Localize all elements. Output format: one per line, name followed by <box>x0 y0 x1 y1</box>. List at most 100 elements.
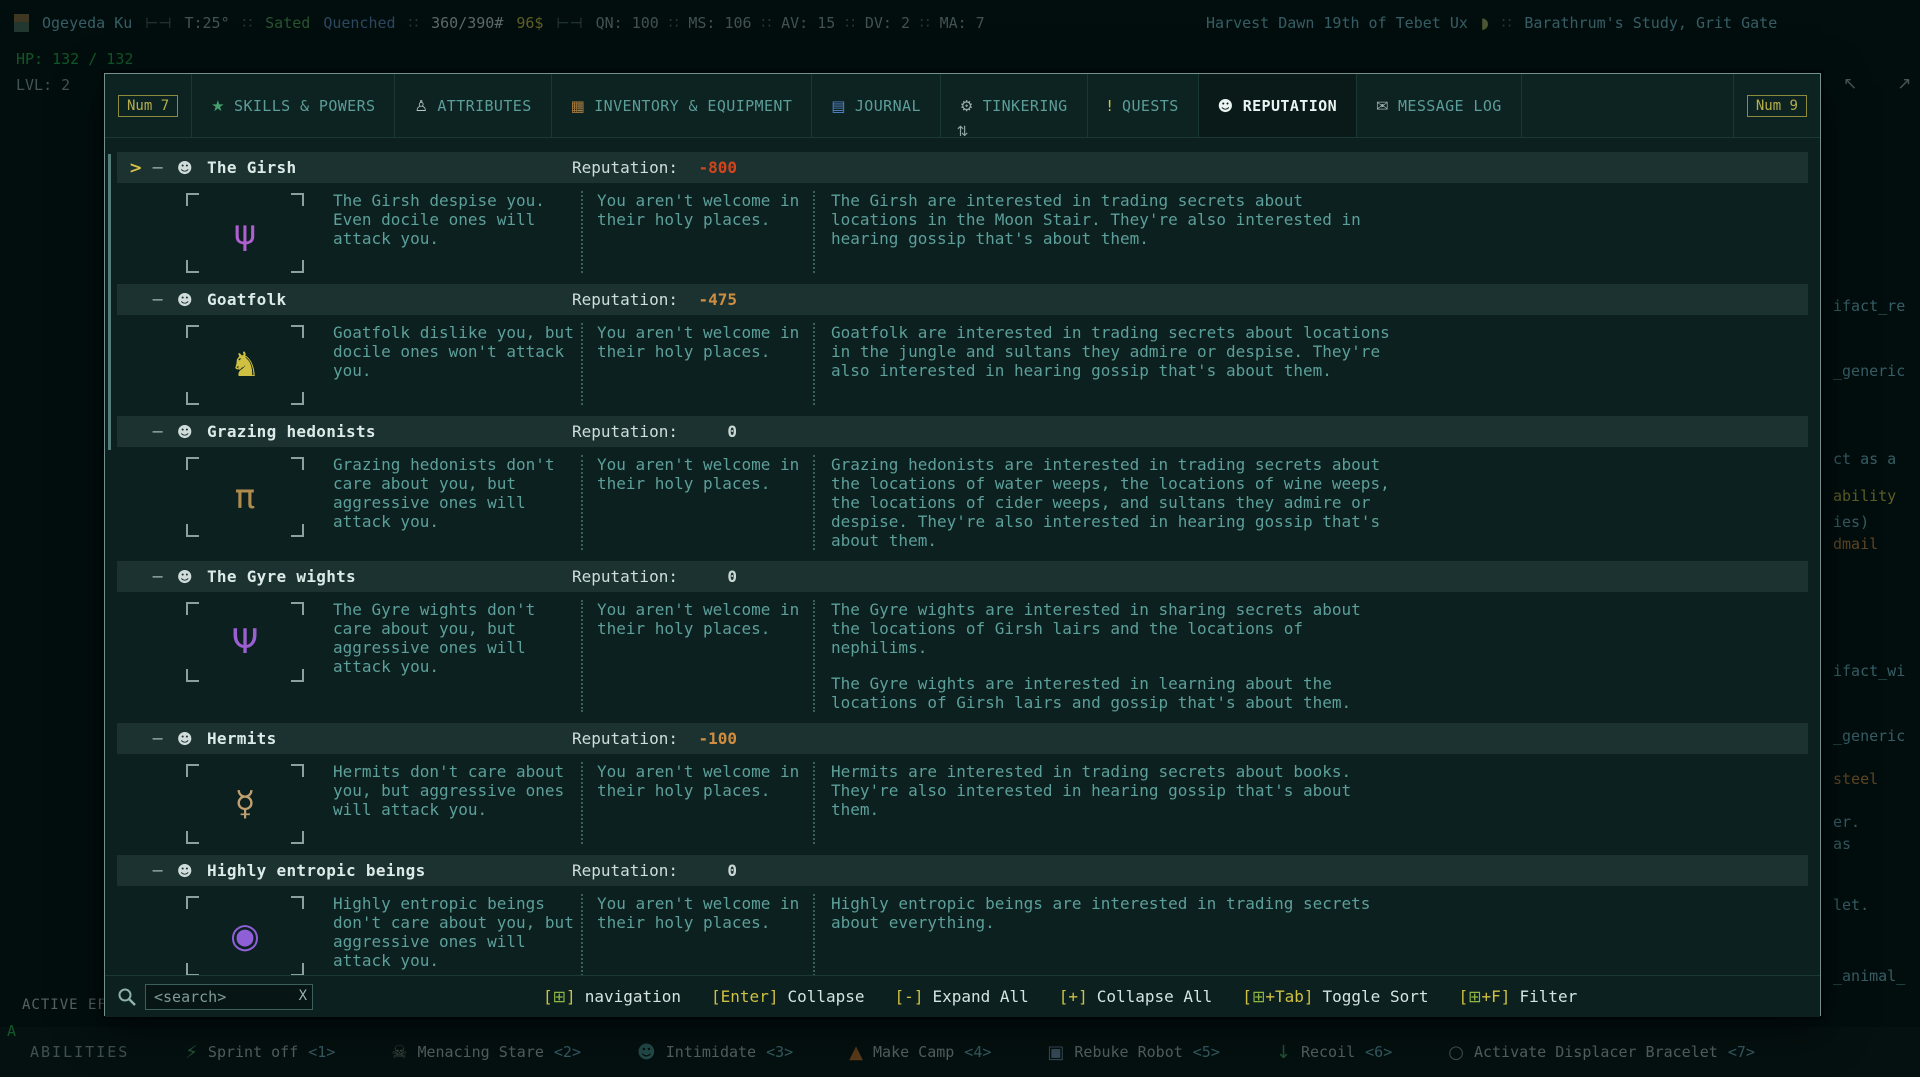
tab-label: INVENTORY & EQUIPMENT <box>594 97 792 115</box>
faction-holy-text: You aren't welcome in their holy places. <box>597 455 811 550</box>
attributes-icon: ♙ <box>414 97 428 115</box>
column-divider <box>581 323 597 405</box>
faction-list: > − ☻ The Girsh Reputation: -800 ψ The G… <box>105 138 1820 975</box>
reputation-value: -475 <box>647 290 737 309</box>
faction-header[interactable]: − ☻ The Gyre wights Reputation: 0 <box>117 561 1808 592</box>
collapse-icon[interactable]: − <box>151 158 177 177</box>
hint-collapse-all: + Collapse All <box>1059 987 1213 1006</box>
tab-label: SKILLS & POWERS <box>234 97 375 115</box>
faction-body: Ψ The Gyre wights don't care about you, … <box>117 592 1808 716</box>
plus-keyhint: + <box>1059 987 1088 1006</box>
faction-sprite-frame: ♞ <box>186 325 304 405</box>
navigation-keyhint: ⊞ <box>543 987 576 1006</box>
gear-icon: ⚙ <box>960 97 974 115</box>
tab-label: TINKERING <box>983 97 1068 115</box>
faction-holy-text: You aren't welcome in their holy places. <box>597 762 811 844</box>
column-divider <box>813 455 831 550</box>
tab-attributes[interactable]: ♙ ATTRIBUTES <box>395 74 551 137</box>
faction-body: π Grazing hedonists don't care about you… <box>117 447 1808 554</box>
faction-interest-text: Hermits are interested in trading secret… <box>831 762 1391 844</box>
faction-name: The Girsh <box>207 158 296 177</box>
faction-feeling-text: Goatfolk dislike you, but docile ones wo… <box>333 323 579 405</box>
collapse-icon[interactable]: − <box>151 729 177 748</box>
faction-section-gyre-wights: − ☻ The Gyre wights Reputation: 0 Ψ The … <box>117 561 1808 716</box>
faction-header[interactable]: − ☻ Grazing hedonists Reputation: 0 <box>117 416 1808 447</box>
pad-tab-keyhint: ⊞+Tab <box>1242 987 1313 1006</box>
faction-header[interactable]: − ☻ Highly entropic beings Reputation: 0 <box>117 855 1808 886</box>
modal-footer: X ⊞ navigation Enter Collapse - Expand A… <box>105 975 1820 1017</box>
tab-skills-powers[interactable]: ★ SKILLS & POWERS <box>192 74 395 137</box>
faction-name: Hermits <box>207 729 277 748</box>
dpad-icon: ⊞ <box>553 987 566 1006</box>
girsh-sprite: ψ <box>186 193 304 273</box>
faction-header[interactable]: − ☻ Goatfolk Reputation: -475 <box>117 284 1808 315</box>
skills-icon: ★ <box>211 97 225 115</box>
search-input[interactable] <box>145 984 313 1010</box>
enter-keyhint: Enter <box>711 987 778 1006</box>
column-divider <box>813 191 831 273</box>
faction-section-hermits: − ☻ Hermits Reputation: -100 ☿ Hermits d… <box>117 723 1808 848</box>
faction-feeling-text: Hermits don't care about you, but aggres… <box>333 762 579 844</box>
reputation-icon: ☻ <box>1218 97 1234 115</box>
faction-sprite-frame: ◉ <box>186 896 304 975</box>
reputation-value: -100 <box>647 729 737 748</box>
scroll-indicator-icon[interactable]: ⇅ <box>957 124 969 140</box>
faction-header[interactable]: − ☻ Hermits Reputation: -100 <box>117 723 1808 754</box>
column-divider <box>581 191 597 273</box>
faction-header[interactable]: > − ☻ The Girsh Reputation: -800 <box>117 152 1808 183</box>
faction-feeling-text: The Girsh despise you. Even docile ones … <box>333 191 579 273</box>
hint-expand-all: - Expand All <box>895 987 1029 1006</box>
column-divider <box>581 762 597 844</box>
column-divider <box>581 600 597 712</box>
collapse-icon[interactable]: − <box>151 861 177 880</box>
faction-section-highly-entropic-beings: − ☻ Highly entropic beings Reputation: 0… <box>117 855 1808 975</box>
tab-label: QUESTS <box>1122 97 1179 115</box>
collapse-icon[interactable]: − <box>151 290 177 309</box>
collapse-icon[interactable]: − <box>151 422 177 441</box>
dpad-icon: ⊞ <box>1468 987 1481 1006</box>
interest-paragraph: The Gyre wights are interested in sharin… <box>831 600 1391 657</box>
faction-sprite-frame: ψ <box>186 193 304 273</box>
reputation-value: -800 <box>647 158 737 177</box>
faction-body: ☿ Hermits don't care about you, but aggr… <box>117 754 1808 848</box>
faction-interest-text: Grazing hedonists are interested in trad… <box>831 455 1391 550</box>
faction-name: Highly entropic beings <box>207 861 426 880</box>
tab-inventory-equipment[interactable]: ▦ INVENTORY & EQUIPMENT <box>552 74 813 137</box>
entropic-being-sprite: ◉ <box>186 896 304 975</box>
tab-label: MESSAGE LOG <box>1398 97 1502 115</box>
faction-name: The Gyre wights <box>207 567 356 586</box>
faction-body: ◉ Highly entropic beings don't care abou… <box>117 886 1808 975</box>
scrollbar-thumb[interactable] <box>108 154 111 450</box>
book-icon: ▤ <box>831 97 846 115</box>
reputation-value: 0 <box>647 422 737 441</box>
reputation-window: Num 7 ★ SKILLS & POWERS ♙ ATTRIBUTES ▦ I… <box>104 73 1821 1016</box>
dpad-icon: ⊞ <box>1252 987 1265 1006</box>
clear-search-button[interactable]: X <box>299 988 307 1004</box>
collapse-icon[interactable]: − <box>151 567 177 586</box>
gyre-wight-sprite: Ψ <box>186 602 304 682</box>
tab-quests[interactable]: ! QUESTS <box>1088 74 1199 137</box>
hint-navigation: ⊞ navigation <box>543 987 681 1006</box>
faction-section-grazing-hedonists: − ☻ Grazing hedonists Reputation: 0 π Gr… <box>117 416 1808 554</box>
grazing-hedonist-sprite: π <box>186 457 304 537</box>
column-divider <box>813 762 831 844</box>
tab-message-log[interactable]: ✉ MESSAGE LOG <box>1357 74 1522 137</box>
faction-feeling-text: Grazing hedonists don't care about you, … <box>333 455 579 550</box>
faction-interest-text: The Gyre wights are interested in sharin… <box>831 600 1391 712</box>
faction-masks-icon: ☻ <box>177 730 207 748</box>
num7-keybox: Num 7 <box>118 95 178 117</box>
faction-interest-text: Goatfolk are interested in trading secre… <box>831 323 1391 405</box>
num9-keybox: Num 9 <box>1747 95 1807 117</box>
tab-journal[interactable]: ▤ JOURNAL <box>812 74 941 137</box>
selection-cursor-icon: > <box>129 158 151 177</box>
faction-masks-icon: ☻ <box>177 159 207 177</box>
faction-body: ψ The Girsh despise you. Even docile one… <box>117 183 1808 277</box>
tab-reputation[interactable]: ☻ REPUTATION <box>1199 74 1357 137</box>
faction-sprite-frame: π <box>186 457 304 537</box>
hermit-sprite: ☿ <box>186 764 304 844</box>
column-divider <box>813 600 831 712</box>
search-box: X <box>145 984 313 1010</box>
tab-label: JOURNAL <box>855 97 921 115</box>
faction-section-girsh: > − ☻ The Girsh Reputation: -800 ψ The G… <box>117 152 1808 277</box>
faction-holy-text: You aren't welcome in their holy places. <box>597 191 811 273</box>
